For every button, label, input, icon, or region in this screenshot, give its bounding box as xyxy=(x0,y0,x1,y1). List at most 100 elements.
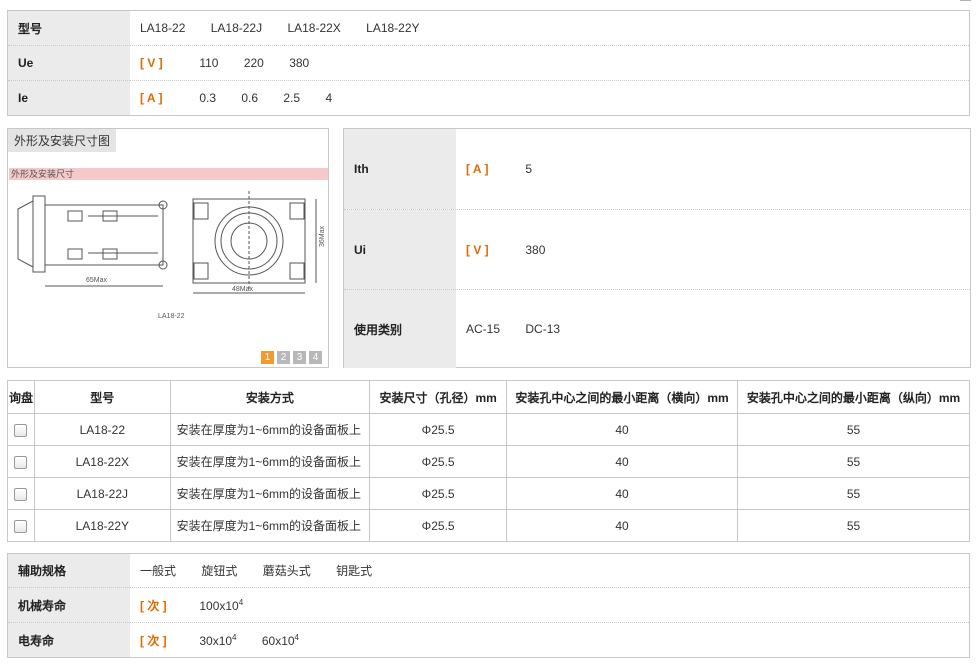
spec-row-model: 型号 LA18-22 LA18-22J LA18-22X LA18-22Y xyxy=(7,10,970,46)
spec-row-ith: Ith [ A ] 5 xyxy=(344,129,970,209)
model-cell: LA18-22 xyxy=(33,413,171,446)
spec-value: 旋钮式 xyxy=(201,564,238,578)
inquiry-cell xyxy=(7,509,35,542)
mount-cell: 安装在厚度为1~6mm的设备面板上 xyxy=(169,413,371,446)
inquiry-checkbox[interactable] xyxy=(14,455,28,469)
page-button-3[interactable]: 3 xyxy=(293,351,306,364)
spec-row-ui: Ui [ V ] 380 xyxy=(344,209,970,290)
mount-cell: 安装在厚度为1~6mm的设备面板上 xyxy=(169,509,371,542)
figure-pager: 1 2 3 4 xyxy=(261,351,322,364)
body-outline xyxy=(44,204,164,266)
header-inquiry: 询盘 xyxy=(7,380,35,414)
unit-label: [ V ] xyxy=(466,243,489,257)
top-right-link-fragment[interactable]: — xyxy=(960,0,971,6)
spec-value: 30x104 xyxy=(199,633,236,648)
dimension-figure-panel: 外形及安装尺寸图 外形及安装尺寸 65Max 48Max 36Max LA18-… xyxy=(7,128,329,368)
figure-tab[interactable]: 外形及安装尺寸图 xyxy=(8,129,117,152)
spec-label: 机械寿命 xyxy=(7,587,130,623)
header-v-distance: 安装孔中心之间的最小距离（纵向）mm xyxy=(737,380,970,414)
button-head-outline xyxy=(17,200,34,268)
unit-label: [ A ] xyxy=(466,162,489,176)
hole-cell: Φ25.5 xyxy=(369,445,508,478)
spec-label: 型号 xyxy=(7,10,130,46)
spec-row-aux: 辅助规格 一般式 旋钮式 蘑菇头式 钥匙式 xyxy=(7,553,970,588)
model-cell: LA18-22Y xyxy=(33,509,171,542)
page-button-2[interactable]: 2 xyxy=(277,351,290,364)
spec-row-ue: Ue [ V ] 110 220 380 xyxy=(7,45,970,81)
spec-value: DC-13 xyxy=(525,322,561,336)
inquiry-cell xyxy=(7,477,35,510)
spec-values: AC-15 DC-13 xyxy=(456,322,582,336)
spec-label: Ue xyxy=(7,45,130,81)
value-exponent: 4 xyxy=(294,632,299,642)
unit-label: [ 次 ] xyxy=(140,598,167,613)
spec-label: Ie xyxy=(7,80,130,116)
spec-table-top: 型号 LA18-22 LA18-22J LA18-22X LA18-22Y Ue… xyxy=(7,10,970,116)
unit-label: [ A ] xyxy=(140,91,163,105)
spec-table-bottom: 辅助规格 一般式 旋钮式 蘑菇头式 钥匙式 机械寿命 [ 次 ] 100x104… xyxy=(7,553,970,658)
inquiry-cell xyxy=(7,445,35,478)
spec-row-elec-life: 电寿命 [ 次 ] 30x104 60x104 xyxy=(7,622,970,658)
v-distance-cell: 55 xyxy=(737,477,970,510)
spec-value: 4 xyxy=(325,91,333,105)
spec-value: 110 xyxy=(199,56,219,70)
mount-cell: 安装在厚度为1~6mm的设备面板上 xyxy=(169,477,371,510)
spec-panel-right: Ith [ A ] 5 Ui [ V ] 380 使用类别 AC-15 DC-1… xyxy=(343,128,971,368)
dim-height-label: 36Max xyxy=(319,225,326,247)
hole-cell: Φ25.5 xyxy=(369,509,508,542)
unit-label: [ V ] xyxy=(140,56,163,70)
header-h-distance: 安装孔中心之间的最小距离（横向）mm xyxy=(506,380,739,414)
inquiry-checkbox[interactable] xyxy=(14,423,28,437)
dimension-drawing: 65Max 48Max 36Max LA18-22 xyxy=(17,191,326,320)
value-base: 30x10 xyxy=(199,633,233,648)
spec-value: 380 xyxy=(289,56,310,70)
spec-value: 一般式 xyxy=(140,564,177,578)
inquiry-checkbox[interactable] xyxy=(14,487,28,501)
spec-value: 蘑菇头式 xyxy=(262,564,311,578)
hole-cell: Φ25.5 xyxy=(369,477,508,510)
header-mount: 安装方式 xyxy=(169,380,371,414)
inquiry-cell xyxy=(7,413,35,446)
spec-values: [ 次 ] 100x104 xyxy=(130,587,970,623)
inquiry-checkbox[interactable] xyxy=(14,519,28,533)
mount-cell: 安装在厚度为1~6mm的设备面板上 xyxy=(169,445,371,478)
spec-values: [ V ] 110 220 380 xyxy=(130,45,970,81)
spec-value: 220 xyxy=(243,56,264,70)
v-distance-cell: 55 xyxy=(737,413,970,446)
spec-value: LA18-22X xyxy=(287,21,341,35)
spec-row-category: 使用类别 AC-15 DC-13 xyxy=(344,289,970,368)
unit-label: [ 次 ] xyxy=(140,633,167,648)
header-hole: 安装尺寸（孔径）mm xyxy=(369,380,508,414)
inquiry-table: 询盘 型号 安装方式 安装尺寸（孔径）mm 安装孔中心之间的最小距离（横向）mm… xyxy=(7,380,970,542)
model-cell: LA18-22X xyxy=(33,445,171,478)
spec-values: [ 次 ] 30x104 60x104 xyxy=(130,622,970,658)
spec-label: 电寿命 xyxy=(7,622,130,658)
spec-values: [ V ] 380 xyxy=(456,243,567,257)
header-model: 型号 xyxy=(33,380,171,414)
spec-value: LA18-22 xyxy=(140,21,186,35)
h-distance-cell: 40 xyxy=(506,413,739,446)
spec-value: AC-15 xyxy=(466,322,501,336)
table-row: LA18-22Y 安装在厚度为1~6mm的设备面板上 Φ25.5 40 55 xyxy=(7,509,970,542)
spec-values: LA18-22 LA18-22J LA18-22X LA18-22Y xyxy=(130,11,970,46)
v-distance-cell: 55 xyxy=(737,445,970,478)
value-base: 100x10 xyxy=(199,598,239,613)
spec-label: Ui xyxy=(344,210,456,290)
spec-value: 2.5 xyxy=(283,91,301,105)
h-distance-cell: 40 xyxy=(506,445,739,478)
value-exponent: 4 xyxy=(238,597,244,607)
spec-row-mech-life: 机械寿命 [ 次 ] 100x104 xyxy=(7,587,970,623)
hole-cell: Φ25.5 xyxy=(369,413,508,446)
table-row: LA18-22X 安装在厚度为1~6mm的设备面板上 Φ25.5 40 55 xyxy=(7,445,970,478)
spec-value: LA18-22Y xyxy=(366,21,420,35)
spec-values: 一般式 旋钮式 蘑菇头式 钥匙式 xyxy=(130,554,970,588)
table-row: LA18-22 安装在厚度为1~6mm的设备面板上 Φ25.5 40 55 xyxy=(7,413,970,446)
page-button-1[interactable]: 1 xyxy=(261,351,274,364)
v-distance-cell: 55 xyxy=(737,509,970,542)
spec-value: 100x104 xyxy=(199,598,243,613)
spec-value: 60x104 xyxy=(262,633,299,648)
table-header-row: 询盘 型号 安装方式 安装尺寸（孔径）mm 安装孔中心之间的最小距离（横向）mm… xyxy=(7,380,970,414)
value-exponent: 4 xyxy=(232,632,237,642)
page-button-4[interactable]: 4 xyxy=(309,351,322,364)
spec-value: 0.6 xyxy=(241,91,259,105)
